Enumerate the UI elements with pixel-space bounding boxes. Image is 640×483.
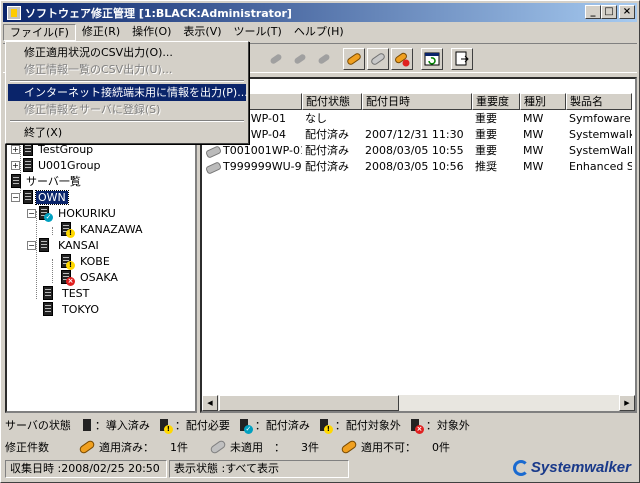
tree-node-hokuriku[interactable]: − ✓ HOKURIKU	[27, 205, 118, 222]
toolbar-not-applicable-button[interactable]	[391, 48, 413, 70]
toolbar-not-applied-button[interactable]	[367, 48, 389, 70]
server-icon	[43, 302, 53, 316]
menu-export-apply-status-csv[interactable]: 修正適用状況のCSV出力(O)...	[8, 44, 246, 61]
distribution-needed-server-icon: !	[159, 419, 173, 434]
menu-fix[interactable]: 修正(R)	[76, 24, 126, 41]
table-row[interactable]: T002WP-04 配付済み 2007/12/31 11:30 重要 MW Sy…	[202, 127, 632, 143]
export-icon	[455, 51, 469, 66]
status-bar: 収集日時 :2008/02/25 20:50 表示状態 :すべて表示	[5, 460, 351, 479]
list-header: 修正番号 配付状態 配付日時 重要度 種別 製品名	[202, 93, 632, 110]
scroll-thumb[interactable]	[219, 395, 399, 411]
server-icon	[11, 174, 21, 188]
menu-export-fix-list-csv[interactable]: 修正情報一覧のCSV出力(U)...	[8, 61, 246, 78]
table-row[interactable]: T999999WU-99 配付済み 2008/03/05 10:56 推奨 MW…	[202, 159, 632, 175]
not-applied-patch-icon	[209, 439, 227, 455]
patch-not-applicable-icon	[395, 52, 410, 67]
server-icon	[23, 142, 33, 156]
display-state: 表示状態 :すべて表示	[169, 460, 349, 478]
col-product[interactable]: 製品名	[566, 93, 632, 110]
applied-patch-icon	[78, 439, 96, 455]
maximize-button[interactable]: □	[601, 5, 617, 19]
menu-bar: ファイル(F) 修正(R) 操作(O) 表示(V) ツール(T) ヘルプ(H)	[3, 23, 637, 41]
patch-not-applied-icon	[371, 53, 385, 65]
toolbar-button-3[interactable]	[313, 48, 335, 70]
patch-gray-icon	[270, 54, 282, 64]
expand-icon[interactable]: +	[11, 160, 20, 170]
scroll-right-button[interactable]: ▶	[619, 395, 635, 411]
window-title: ソフトウェア修正管理 [1:BLACK:Administrator]	[25, 6, 292, 20]
window-controls: _ □ ×	[585, 5, 635, 19]
table-row[interactable]: T001001WP-01 配付済み 2008/03/05 10:55 重要 MW…	[202, 143, 632, 159]
toolbar-button-2[interactable]	[289, 48, 311, 70]
tree-server-list[interactable]: サーバ一覧	[11, 173, 83, 189]
server-icon	[23, 158, 33, 172]
toolbar-export-button[interactable]	[451, 48, 473, 70]
collected-datetime: 収集日時 :2008/02/25 20:50	[5, 460, 167, 478]
fix-count-legend: 修正件数 適用済み： 1件 未適用 ： 3件 適用不可： 0件	[5, 439, 450, 455]
server-icon: !	[61, 254, 75, 270]
patch-gray-icon	[318, 54, 330, 64]
server-icon: !	[61, 222, 75, 238]
main-window: ソフトウェア修正管理 [1:BLACK:Administrator] _ □ ×…	[0, 0, 640, 483]
patch-icon	[205, 161, 221, 173]
distributed-server-icon: ✓	[239, 419, 253, 434]
toolbar-refresh-button[interactable]	[421, 48, 443, 70]
file-menu-dropdown: 修正適用状況のCSV出力(O)... 修正情報一覧のCSV出力(U)... イン…	[5, 41, 249, 144]
expand-icon[interactable]: +	[11, 144, 20, 154]
server-icon	[39, 238, 49, 252]
patch-gray-icon	[294, 54, 306, 64]
menu-operation[interactable]: 操作(O)	[126, 24, 177, 41]
close-button[interactable]: ×	[619, 5, 635, 19]
menu-file[interactable]: ファイル(F)	[3, 23, 76, 41]
col-type[interactable]: 種別	[520, 93, 566, 110]
collapse-icon[interactable]: −	[11, 192, 20, 202]
server-icon: ✓	[39, 206, 53, 222]
menu-exit[interactable]: 終了(X)	[8, 124, 246, 141]
col-severity[interactable]: 重要度	[472, 93, 520, 110]
menu-register-fix-to-server[interactable]: 修正情報をサーバに登録(S)	[8, 101, 246, 118]
patch-icon	[205, 145, 221, 157]
app-icon	[7, 5, 21, 20]
refresh-icon	[424, 52, 440, 66]
not-target-server-icon: ×	[410, 419, 424, 434]
installed-server-icon	[82, 419, 91, 431]
tree-node-test[interactable]: TEST	[43, 285, 91, 301]
deployed-badge-icon: ✓	[44, 213, 53, 222]
collapse-icon[interactable]: −	[27, 240, 36, 250]
tree-node-own[interactable]: − OWN	[11, 189, 69, 205]
fix-count-label: 修正件数	[5, 441, 49, 454]
toolbar-button-1[interactable]	[265, 48, 287, 70]
toolbar-applied-button[interactable]	[343, 48, 365, 70]
collapse-icon[interactable]: −	[27, 208, 36, 218]
tree-node-osaka[interactable]: × OSAKA	[61, 269, 120, 286]
server-icon	[23, 190, 33, 204]
tree-node-tokyo[interactable]: TOKYO	[43, 301, 101, 317]
server-state-label: サーバの状態	[5, 419, 71, 432]
col-distribution-date[interactable]: 配付日時	[362, 93, 472, 110]
col-distribution-state[interactable]: 配付状態	[302, 93, 362, 110]
server-icon: ×	[61, 270, 75, 286]
minimize-button[interactable]: _	[585, 5, 601, 19]
horizontal-scrollbar[interactable]: ◀ ▶	[202, 395, 635, 411]
tree-group-u001group[interactable]: + U001Group	[11, 157, 103, 173]
menu-export-for-internet-terminal[interactable]: インターネット接続端末用に情報を出力(P)...	[8, 84, 248, 101]
patch-applied-icon	[347, 53, 361, 65]
server-icon	[43, 286, 53, 300]
menu-tools[interactable]: ツール(T)	[228, 24, 288, 41]
menu-view[interactable]: 表示(V)	[177, 24, 227, 41]
scroll-left-button[interactable]: ◀	[202, 395, 218, 411]
excluded-server-icon: !	[319, 419, 333, 434]
fix-list[interactable]: 修正番号 配付状態 配付日時 重要度 種別 製品名 T001WP-01 なし 重…	[200, 77, 637, 413]
tree-node-kansai[interactable]: − KANSAI	[27, 237, 101, 253]
logo-swirl-icon	[512, 459, 529, 476]
title-bar[interactable]: ソフトウェア修正管理 [1:BLACK:Administrator] _ □ ×	[3, 3, 637, 22]
server-state-legend: サーバの状態 ：導入済み ! ：配付必要 ✓ ：配付済み ! ：配付対象外 × ：対象外	[5, 419, 470, 434]
not-applicable-patch-icon	[340, 439, 358, 455]
tree-node-kanazawa[interactable]: ! KANAZAWA	[61, 221, 145, 238]
table-row[interactable]: T001WP-01 なし 重要 MW Symfoware	[202, 111, 632, 127]
systemwalker-logo: Systemwalker	[512, 459, 631, 476]
menu-help[interactable]: ヘルプ(H)	[288, 24, 350, 41]
tree-node-kobe[interactable]: ! KOBE	[61, 253, 112, 270]
